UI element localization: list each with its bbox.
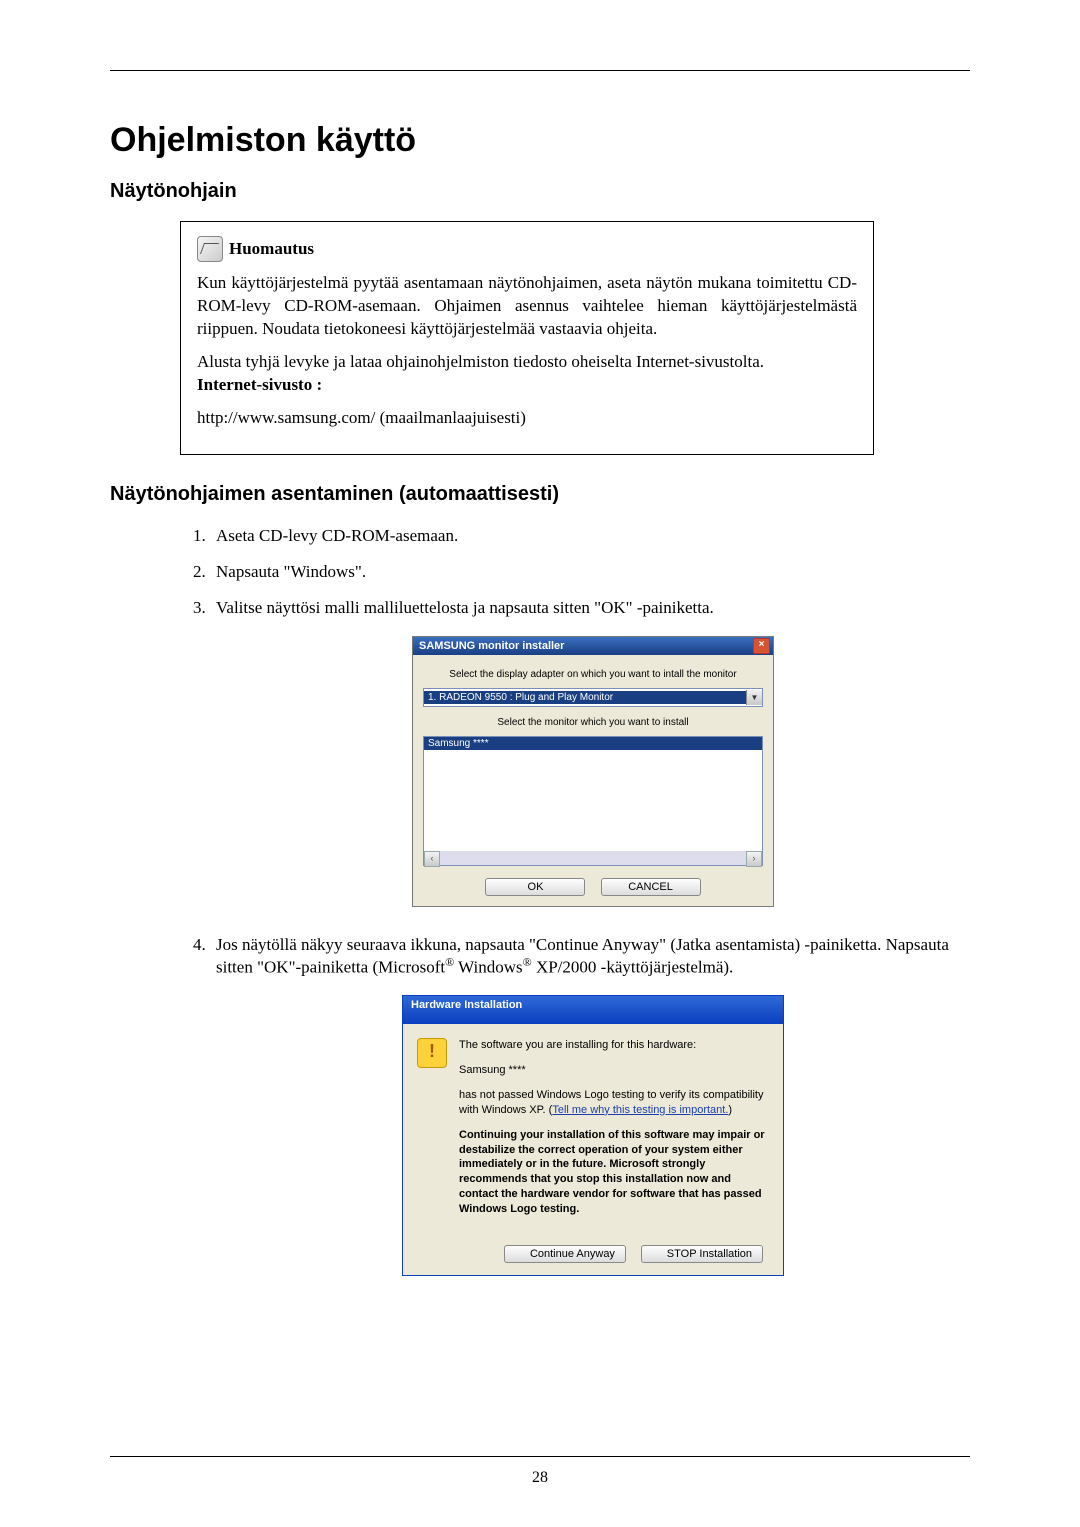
note-label: Huomautus xyxy=(229,238,314,261)
section-driver: Näytönohjain xyxy=(110,180,970,203)
hardware-installation-dialog: Hardware Installation The software you a… xyxy=(402,995,784,1275)
install-steps: Aseta CD-levy CD-ROM-asemaan. Napsauta "… xyxy=(110,526,970,1276)
hw-title: Hardware Installation xyxy=(403,996,783,1024)
section-install-auto: Näytönohjaimen asentaminen (automaattise… xyxy=(110,483,970,506)
step-1: Aseta CD-levy CD-ROM-asemaan. xyxy=(210,526,970,546)
installer-instruction-1: Select the display adapter on which you … xyxy=(423,669,763,680)
hw-line-3: has not passed Windows Logo testing to v… xyxy=(459,1088,769,1118)
installer-instruction-2: Select the monitor which you want to ins… xyxy=(423,717,763,728)
monitor-listbox[interactable]: Samsung **** ‹ › xyxy=(423,736,763,866)
chevron-down-icon[interactable]: ▼ xyxy=(746,690,762,705)
warning-icon xyxy=(417,1038,447,1068)
close-icon[interactable]: × xyxy=(753,638,770,654)
installer-title: SAMSUNG monitor installer xyxy=(419,640,564,652)
note-url: http://www.samsung.com/ (maailmanlaajuis… xyxy=(197,407,857,430)
hw-line-2: Samsung **** xyxy=(459,1063,769,1078)
adapter-selected: 1. RADEON 9550 : Plug and Play Monitor xyxy=(424,691,746,704)
note-icon xyxy=(197,236,223,262)
bottom-rule xyxy=(110,1456,970,1457)
stop-installation-button[interactable]: STOP Installation xyxy=(641,1245,763,1263)
cancel-button[interactable]: CANCEL xyxy=(601,878,701,896)
note-paragraph-2: Alusta tyhjä levyke ja lataa ohjainohjel… xyxy=(197,352,764,371)
monitor-selected: Samsung **** xyxy=(424,737,762,750)
ok-button[interactable]: OK xyxy=(485,878,585,896)
scroll-right-icon[interactable]: › xyxy=(746,851,762,867)
scroll-left-icon[interactable]: ‹ xyxy=(424,851,440,867)
continue-anyway-button[interactable]: Continue Anyway xyxy=(504,1245,626,1263)
internet-site-label: Internet-sivusto : xyxy=(197,375,322,394)
page-title: Ohjelmiston käyttö xyxy=(110,121,970,160)
step-4: Jos näytöllä näkyy seuraava ikkuna, naps… xyxy=(210,935,970,1276)
step-3: Valitse näyttösi malli malliluettelosta … xyxy=(210,598,970,907)
hw-line-4: Continuing your installation of this sof… xyxy=(459,1128,769,1217)
adapter-combo[interactable]: 1. RADEON 9550 : Plug and Play Monitor ▼ xyxy=(423,688,763,707)
horizontal-scrollbar[interactable]: ‹ › xyxy=(424,851,762,865)
hw-link[interactable]: Tell me why this testing is important. xyxy=(552,1104,728,1116)
installer-dialog: SAMSUNG monitor installer × Select the d… xyxy=(412,636,774,907)
hw-line-1: The software you are installing for this… xyxy=(459,1038,769,1053)
step-2: Napsauta "Windows". xyxy=(210,562,970,582)
note-paragraph-1: Kun käyttöjärjestelmä pyytää asentamaan … xyxy=(197,272,857,341)
note-box: Huomautus Kun käyttöjärjestelmä pyytää a… xyxy=(180,221,874,455)
page-number: 28 xyxy=(0,1469,1080,1487)
top-rule xyxy=(110,70,970,71)
